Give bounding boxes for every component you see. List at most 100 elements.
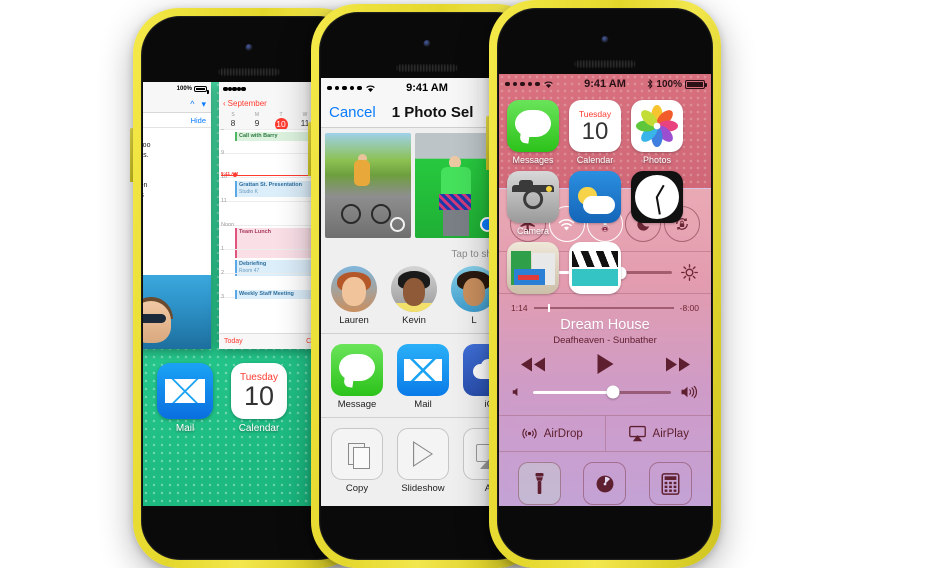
scene: 9:41 AM 100% ^ ▾ Hide at 9:40 AM I flew … [0,0,950,568]
newsstand-icon [507,242,559,294]
volume-high-icon [681,385,698,399]
app-label: Photos [642,155,672,165]
cal-hour-label: 9 [221,150,225,156]
flashlight-icon [535,472,544,494]
action-slideshow[interactable]: Slideshow [397,428,449,494]
clock-icon [631,171,683,223]
mail-icon [157,363,213,420]
app-calendar[interactable]: Tuesday 10 Calendar [231,363,287,434]
card-mail[interactable]: 9:41 AM 100% ^ ▾ Hide at 9:40 AM I flew … [143,82,211,350]
front-camera-icon [245,44,253,51]
transport-controls[interactable] [499,353,711,375]
play-button [597,354,613,374]
calendar-icon-day: 10 [243,381,275,412]
app-label: Camera [516,226,549,236]
cal-hour-label: 2 [221,270,225,276]
cal-hour-label: 8 [221,129,225,132]
mail-body-line: t of great photos. [143,152,149,159]
share-mail[interactable]: Mail [397,344,449,410]
app-camera[interactable]: Camera [507,171,559,236]
statusbar-time: 9:41 AM [584,78,626,90]
app-messages[interactable]: Messages [507,100,559,165]
cal-day-number: 9 [254,118,260,128]
flashlight-button[interactable] [518,462,562,505]
mail-body-text: I flew by. Way too t of great photos. I'… [143,141,211,201]
cal-hour-label: Noon [221,222,235,228]
app-photos[interactable]: Photos [631,100,683,165]
calendar-today-button[interactable]: Today [224,338,243,345]
app-newsstand[interactable]: Newsstand [507,242,559,307]
mail-body-line: m. In the [143,171,206,181]
mail-attached-photo [143,275,211,350]
contact-lauren[interactable]: Lauren [331,266,377,326]
now-playing-section[interactable]: 1:14 -8:00 Dream House Deafheaven - Sunb… [499,293,711,415]
home-app-grid[interactable]: Messages Tuesday 10 Calendar Photos Came… [499,94,711,307]
photo-thumbnail[interactable] [325,133,411,238]
next-track-button [665,357,690,371]
volume-slider[interactable] [533,385,671,399]
calculator-button[interactable] [648,462,692,505]
calendar-month-label[interactable]: September [228,99,267,108]
playback-scrubber[interactable] [533,304,674,312]
contact-name: Lauren [339,315,369,326]
cal-day-number: 8 [230,118,236,128]
battery-icon [685,79,707,89]
statusbar-right: 9:41 AM 100% [499,74,711,94]
app-label: Mail [175,423,195,435]
next-message-icon[interactable]: ▾ [201,99,206,110]
mail-body-line: of the infamous [143,191,206,201]
mail-body-line: good one of Ken [143,182,148,189]
messages-icon [331,344,383,396]
mail-body-line: I flew by. Way too [143,142,151,149]
mail-timestamp: at 9:40 AM [143,128,211,141]
app-label: Calendar [238,423,280,435]
volume-slider-row[interactable] [499,379,711,405]
mail-nav-bar[interactable]: ^ ▾ [143,96,211,113]
app-videos[interactable]: Videos [569,242,621,307]
volume-knob[interactable] [606,385,620,399]
phone-right[interactable]: 9:41 AM 100% Messages Tuesday 10 Calenda… [486,0,721,568]
avatar [331,266,377,312]
prev-message-icon[interactable]: ^ [190,99,194,109]
app-weather[interactable]: Weather [569,171,621,236]
previous-track-button [520,357,545,371]
photo-sunglasses [143,314,166,324]
action-copy[interactable]: Copy [331,428,383,494]
battery-icon [194,86,209,94]
contact-name: Kevin [402,315,426,326]
front-camera-icon [423,40,431,47]
control-center-shortcuts[interactable] [499,225,711,506]
app-calendar[interactable]: Tuesday 10 Calendar [569,100,621,165]
messages-icon [507,100,559,152]
mail-body-line: I'll put them [143,161,206,171]
card-mail-statusbar: 9:41 AM 100% [143,82,211,96]
calculator-icon [661,472,680,495]
share-message[interactable]: Message [331,344,383,410]
app-mail[interactable]: Mail [157,363,213,434]
mail-hide-link[interactable]: Hide [191,116,206,125]
mail-card-battery: 100% [176,86,192,92]
air-row[interactable]: AirDrop AirPlay [499,415,711,452]
app-clock[interactable]: Clock [631,171,683,236]
earpiece-speaker [396,64,458,72]
now-time-label: 9:41 AM [221,171,239,176]
airdrop-label: AirDrop [543,427,583,440]
airdrop-button[interactable]: AirDrop [499,416,605,451]
airdrop-icon [522,428,537,439]
front-camera-icon [601,36,609,43]
videos-icon [569,242,621,294]
volume-fill [533,390,614,394]
screen-right[interactable]: 9:41 AM 100% Messages Tuesday 10 Calenda… [499,74,711,506]
mail-detail-row[interactable]: Hide [143,113,211,128]
timer-icon [596,475,614,492]
share-app-label: Message [337,399,377,410]
photo-select-circle[interactable] [390,217,405,232]
back-chevron-icon[interactable]: ‹ [223,99,226,108]
airplay-button[interactable]: AirPlay [604,416,712,451]
contact-kevin[interactable]: Kevin [391,266,437,326]
calendar-icon: Tuesday 10 [569,100,621,152]
copy-icon [331,428,383,480]
timer-button[interactable] [583,462,627,505]
slideshow-icon [397,428,449,480]
cancel-button[interactable]: Cancel [329,104,376,121]
